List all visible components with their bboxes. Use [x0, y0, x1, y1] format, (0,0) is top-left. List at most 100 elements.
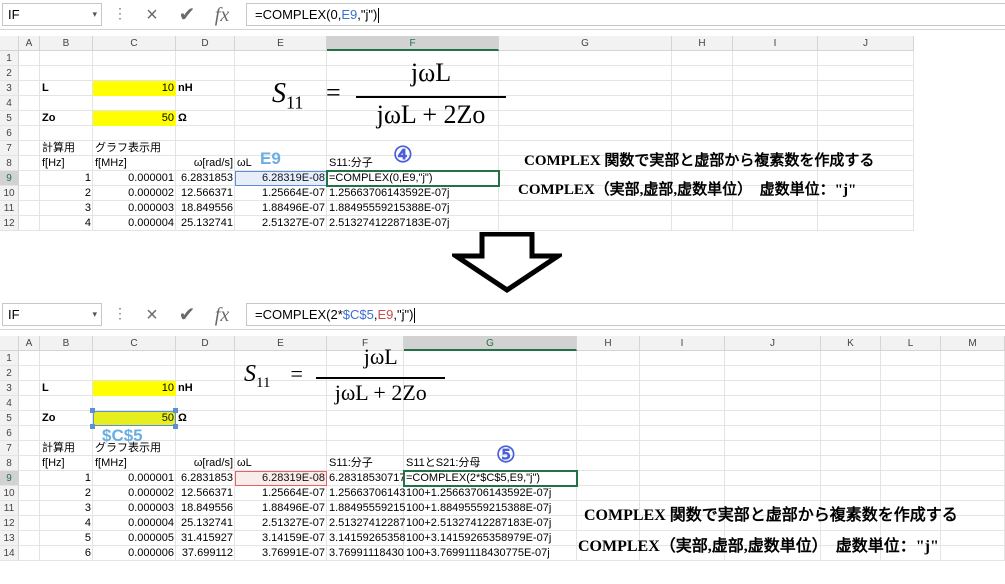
- row-header-12[interactable]: 12: [0, 216, 19, 231]
- column-header-D[interactable]: D: [176, 336, 235, 351]
- confirm-icon[interactable]: ✔: [173, 302, 201, 328]
- cell-omega[interactable]: 25.132741: [176, 216, 235, 231]
- cell-f-mhz[interactable]: 0.000003: [93, 201, 176, 216]
- cell-omega-l[interactable]: 2.51327E-07: [235, 216, 327, 231]
- row-header-10[interactable]: 10: [0, 486, 19, 501]
- cell-omega[interactable]: 18.849556: [176, 201, 235, 216]
- cell-denominator[interactable]: 100+3.76991118430775E-07j: [404, 546, 577, 561]
- row-header-14[interactable]: 14: [0, 546, 19, 561]
- cell-s11-numerator[interactable]: 2.51327412287: [327, 516, 405, 531]
- insert-function-icon[interactable]: fx: [208, 302, 236, 328]
- cell-f-mhz[interactable]: 0.000006: [93, 546, 176, 561]
- row-header-2[interactable]: 2: [0, 366, 19, 381]
- column-header-A[interactable]: A: [19, 36, 40, 51]
- row-header-6[interactable]: 6: [0, 126, 19, 141]
- cell-omega[interactable]: 25.132741: [176, 516, 235, 531]
- row-header-9[interactable]: 9: [0, 471, 19, 486]
- formula-input[interactable]: =COMPLEX(2*$C$5,E9,"j"): [246, 303, 1005, 326]
- row-header-7[interactable]: 7: [0, 141, 19, 156]
- row-header-1[interactable]: 1: [0, 351, 19, 366]
- column-header-G[interactable]: G: [499, 36, 672, 51]
- column-header-J[interactable]: J: [725, 336, 821, 351]
- column-header-B[interactable]: B: [40, 36, 93, 51]
- cell-omega-l[interactable]: 1.25664E-07: [235, 186, 327, 201]
- active-cell-G9[interactable]: [403, 470, 578, 487]
- resize-handle[interactable]: [173, 408, 178, 413]
- row-header-2[interactable]: 2: [0, 66, 19, 81]
- active-cell-F9[interactable]: [326, 170, 500, 187]
- more-options-icon[interactable]: ⋮: [113, 5, 127, 22]
- column-header-A[interactable]: A: [19, 336, 40, 351]
- cell-s11-numerator[interactable]: 2.51327412287183E-07j: [327, 216, 499, 231]
- row-header-5[interactable]: 5: [0, 411, 19, 426]
- cell-denominator[interactable]: 100+1.25663706143592E-07j: [404, 486, 577, 501]
- more-options-icon[interactable]: ⋮: [113, 305, 127, 322]
- row-header-6[interactable]: 6: [0, 426, 19, 441]
- cell-denominator[interactable]: 100+3.14159265358979E-07j: [404, 531, 577, 546]
- name-box[interactable]: IF ▾: [2, 303, 102, 326]
- cell-f-hz[interactable]: 3: [40, 501, 93, 516]
- column-header-F[interactable]: F: [327, 36, 499, 51]
- cell-omega-l[interactable]: 1.88496E-07: [235, 201, 327, 216]
- cell-s11-numerator[interactable]: 1.25663706143: [327, 486, 405, 501]
- cell-omega-l[interactable]: 3.76991E-07: [235, 546, 327, 561]
- cell-s11-numerator[interactable]: 3.14159265358: [327, 531, 405, 546]
- row-header-8[interactable]: 8: [0, 156, 19, 171]
- input-Zo[interactable]: 50: [93, 111, 176, 126]
- column-header-K[interactable]: K: [821, 336, 881, 351]
- cell-s11-numerator[interactable]: 1.25663706143592E-07j: [327, 186, 499, 201]
- row-header-4[interactable]: 4: [0, 96, 19, 111]
- cell-f-mhz[interactable]: 0.000001: [93, 171, 176, 186]
- cell-f-hz[interactable]: 4: [40, 516, 93, 531]
- cell-omega[interactable]: 31.415927: [176, 531, 235, 546]
- formula-input[interactable]: =COMPLEX(0,E9,"j"): [246, 3, 1005, 26]
- row-header-9[interactable]: 9: [0, 171, 19, 186]
- cell-omega[interactable]: 6.2831853: [176, 471, 235, 486]
- cell-s11-numerator[interactable]: 3.76991118430: [327, 546, 404, 561]
- cell-f-hz[interactable]: 1: [40, 171, 93, 186]
- column-header-D[interactable]: D: [176, 36, 235, 51]
- insert-function-icon[interactable]: fx: [208, 2, 236, 28]
- cell-omega-l[interactable]: 2.51327E-07: [235, 516, 327, 531]
- cell-f-hz[interactable]: 2: [40, 486, 93, 501]
- row-header-11[interactable]: 11: [0, 501, 19, 516]
- select-all-corner[interactable]: [0, 336, 19, 351]
- cell-f-hz[interactable]: 2: [40, 186, 93, 201]
- cell-omega-l[interactable]: 1.88496E-07: [235, 501, 327, 516]
- cell-denominator[interactable]: 100+1.88495559215388E-07j: [404, 501, 577, 516]
- column-header-M[interactable]: M: [941, 336, 1005, 351]
- row-header-11[interactable]: 11: [0, 201, 19, 216]
- cell-omega[interactable]: 18.849556: [176, 501, 235, 516]
- row-header-1[interactable]: 1: [0, 51, 19, 66]
- cell-f-mhz[interactable]: 0.000004: [93, 516, 176, 531]
- cell-f-mhz[interactable]: 0.000002: [93, 186, 176, 201]
- row-header-3[interactable]: 3: [0, 81, 19, 96]
- resize-handle[interactable]: [90, 424, 95, 429]
- column-header-H[interactable]: H: [672, 36, 733, 51]
- resize-handle[interactable]: [90, 408, 95, 413]
- column-header-C[interactable]: C: [93, 336, 176, 351]
- resize-handle[interactable]: [173, 424, 178, 429]
- cell-omega[interactable]: 12.566371: [176, 186, 235, 201]
- cell-omega-l[interactable]: 3.14159E-07: [235, 531, 327, 546]
- input-L[interactable]: 10: [93, 81, 176, 96]
- cell-omega[interactable]: 6.2831853: [176, 171, 235, 186]
- name-box[interactable]: IF ▾: [2, 3, 102, 26]
- cancel-icon[interactable]: ×: [138, 302, 166, 328]
- cell-f-mhz[interactable]: 0.000004: [93, 216, 176, 231]
- column-header-I[interactable]: I: [640, 336, 725, 351]
- cell-f-mhz[interactable]: 0.000003: [93, 501, 176, 516]
- cell-s11-numerator[interactable]: 1.88495559215388E-07j: [327, 201, 499, 216]
- cell-s11-numerator[interactable]: 1.88495559215: [327, 501, 405, 516]
- select-all-corner[interactable]: [0, 36, 19, 51]
- cell-omega-l[interactable]: 1.25664E-07: [235, 486, 327, 501]
- cell-s11-numerator[interactable]: 6.28318530717: [327, 471, 405, 486]
- column-header-C[interactable]: C: [93, 36, 176, 51]
- column-header-L[interactable]: L: [881, 336, 941, 351]
- cell-f-hz[interactable]: 1: [40, 471, 93, 486]
- cell-denominator[interactable]: 100+2.51327412287183E-07j: [404, 516, 577, 531]
- cancel-icon[interactable]: ×: [138, 2, 166, 28]
- row-header-10[interactable]: 10: [0, 186, 19, 201]
- cell-omega[interactable]: 12.566371: [176, 486, 235, 501]
- cell-f-hz[interactable]: 3: [40, 201, 93, 216]
